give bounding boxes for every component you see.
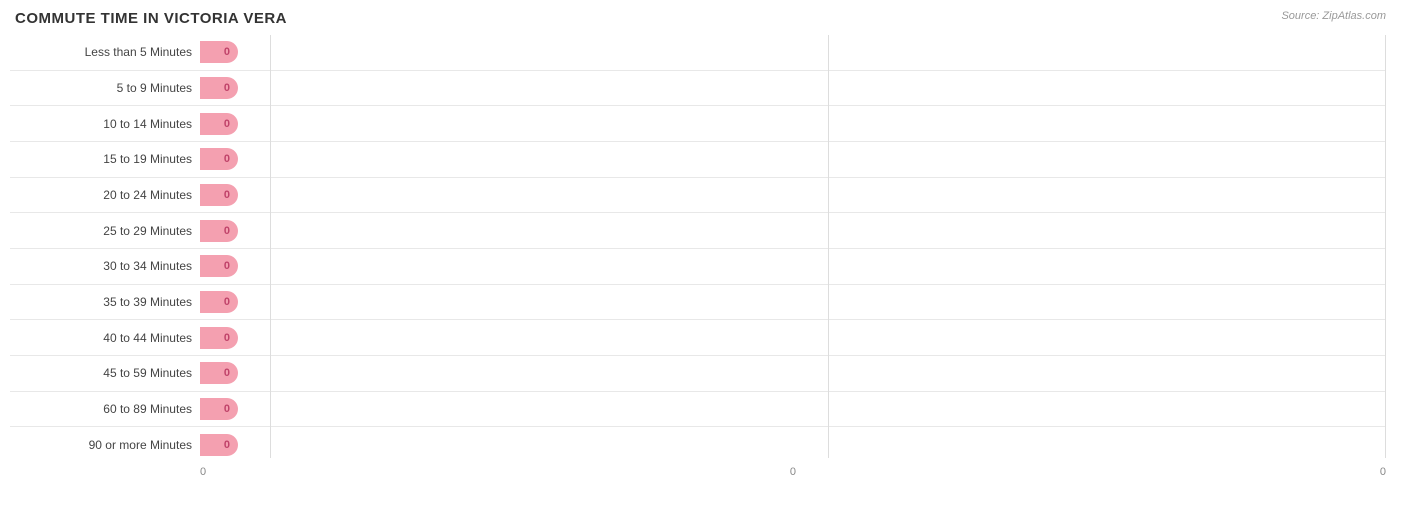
bar-row: 35 to 39 Minutes 0	[10, 285, 1386, 321]
rows-container: Less than 5 Minutes05 to 9 Minutes010 to…	[10, 35, 1386, 462]
bar-pill: 0	[200, 327, 238, 349]
bar-value: 0	[224, 296, 230, 308]
bar-value: 0	[224, 403, 230, 415]
bar-row: 30 to 34 Minutes 0	[10, 249, 1386, 285]
row-label: 60 to 89 Minutes	[10, 402, 200, 416]
bar-value: 0	[224, 153, 230, 165]
bar-row: 10 to 14 Minutes 0	[10, 106, 1386, 142]
bar-track: 0	[200, 394, 1386, 425]
source-label: Source: ZipAtlas.com	[1281, 10, 1386, 22]
bar-row: Less than 5 Minutes 0	[10, 35, 1386, 71]
bar-row: 90 or more Minutes 0	[10, 427, 1386, 462]
bar-value: 0	[224, 332, 230, 344]
bar-pill: 0	[200, 184, 238, 206]
x-axis-tick: 0	[200, 466, 595, 478]
row-label: 15 to 19 Minutes	[10, 152, 200, 166]
bar-track: 0	[200, 287, 1386, 318]
bar-track: 0	[200, 358, 1386, 389]
bar-value: 0	[224, 367, 230, 379]
bar-value: 0	[224, 189, 230, 201]
bar-value: 0	[224, 439, 230, 451]
bar-value: 0	[224, 225, 230, 237]
bar-track: 0	[200, 180, 1386, 211]
row-label: 45 to 59 Minutes	[10, 366, 200, 380]
bar-track: 0	[200, 73, 1386, 104]
chart-title: COMMUTE TIME IN VICTORIA VERA	[10, 10, 1386, 27]
chart-area: Less than 5 Minutes05 to 9 Minutes010 to…	[10, 35, 1386, 478]
bar-track: 0	[200, 215, 1386, 246]
bar-pill: 0	[200, 398, 238, 420]
bar-pill: 0	[200, 148, 238, 170]
x-axis-tick: 0	[991, 466, 1386, 478]
bar-track: 0	[200, 144, 1386, 175]
bar-value: 0	[224, 82, 230, 94]
bar-track: 0	[200, 251, 1386, 282]
row-label: 5 to 9 Minutes	[10, 81, 200, 95]
row-label: 90 or more Minutes	[10, 438, 200, 452]
bar-pill: 0	[200, 220, 238, 242]
bar-row: 40 to 44 Minutes 0	[10, 320, 1386, 356]
bar-row: 5 to 9 Minutes 0	[10, 71, 1386, 107]
bar-pill: 0	[200, 434, 238, 456]
bar-pill: 0	[200, 41, 238, 63]
row-label: 30 to 34 Minutes	[10, 259, 200, 273]
row-label: 20 to 24 Minutes	[10, 188, 200, 202]
bar-track: 0	[200, 429, 1386, 460]
row-label: Less than 5 Minutes	[10, 45, 200, 59]
bar-value: 0	[224, 260, 230, 272]
x-axis-tick: 0	[595, 466, 990, 478]
bar-pill: 0	[200, 362, 238, 384]
bar-value: 0	[224, 46, 230, 58]
x-axis: 000	[200, 462, 1386, 478]
bar-track: 0	[200, 108, 1386, 139]
row-label: 40 to 44 Minutes	[10, 331, 200, 345]
bar-pill: 0	[200, 291, 238, 313]
bar-row: 45 to 59 Minutes 0	[10, 356, 1386, 392]
bar-value: 0	[224, 118, 230, 130]
row-label: 35 to 39 Minutes	[10, 295, 200, 309]
bar-row: 25 to 29 Minutes 0	[10, 213, 1386, 249]
bar-row: 15 to 19 Minutes 0	[10, 142, 1386, 178]
row-label: 10 to 14 Minutes	[10, 117, 200, 131]
bar-pill: 0	[200, 113, 238, 135]
bar-row: 20 to 24 Minutes 0	[10, 178, 1386, 214]
bar-track: 0	[200, 322, 1386, 353]
bar-pill: 0	[200, 255, 238, 277]
chart-container: COMMUTE TIME IN VICTORIA VERA Source: Zi…	[0, 0, 1406, 523]
bar-row: 60 to 89 Minutes 0	[10, 392, 1386, 428]
bar-track: 0	[200, 37, 1386, 68]
bar-pill: 0	[200, 77, 238, 99]
row-label: 25 to 29 Minutes	[10, 224, 200, 238]
